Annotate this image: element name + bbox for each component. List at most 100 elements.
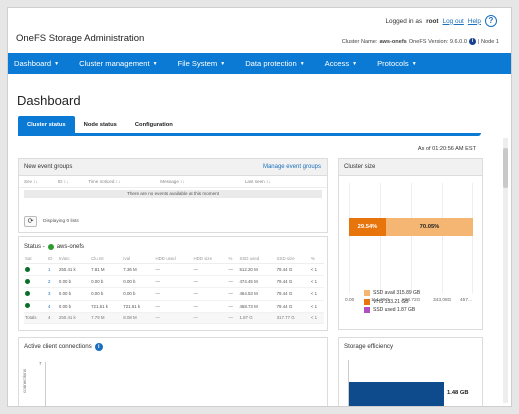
- chevron-down-icon: ▼: [411, 61, 417, 67]
- tab-node-status[interactable]: Node status: [75, 116, 126, 134]
- legend-item[interactable]: VHS 133.21 GB: [364, 298, 420, 305]
- chevron-down-icon: ▼: [299, 61, 305, 67]
- node-table: Sat ID In/atc Clu Ist Ival HDD used HDD …: [24, 254, 324, 324]
- username: root: [426, 17, 439, 25]
- app-title: OneFS Storage Administration: [16, 33, 145, 44]
- dashboard-tabs: Cluster status Node status Configuration: [18, 116, 182, 134]
- legend-label: SSD used 1.87 GB: [373, 307, 416, 313]
- col-sev[interactable]: Sev ↕↓: [24, 179, 38, 184]
- cell: —: [154, 263, 193, 277]
- table-row[interactable]: 1 250.41 k 7.81 M 7.36 M — — — 512.20 M …: [24, 263, 324, 277]
- cell: —: [192, 263, 228, 277]
- cell: —: [227, 300, 239, 313]
- help-link[interactable]: Help: [468, 18, 481, 25]
- cell: < 1: [309, 263, 324, 277]
- cell: 0.00 b: [90, 275, 123, 289]
- cell: < 1: [309, 311, 324, 324]
- table-row[interactable]: 4 0.00 b 721.51 k 721.51 k — — — 458.73 …: [24, 300, 324, 313]
- status-panel: Status - aws-onefs Sat ID In/atc Clu Ist…: [18, 236, 328, 331]
- cell: —: [227, 287, 239, 301]
- col-header: HDD used: [154, 254, 193, 264]
- nav-dashboard[interactable]: Dashboard ▼: [14, 59, 59, 68]
- events-footer: ⟳ Displaying 0 lists: [24, 216, 79, 227]
- x-tick-label: 457...: [460, 298, 473, 303]
- cell: 250.41 k: [57, 263, 91, 277]
- bar-segment-ssd-avail[interactable]: 70.05%: [386, 218, 473, 236]
- event-columns: Sev ↕↓ ID ↕↓ Time noticed ↕↓ Message ↕↓ …: [19, 176, 327, 188]
- panel-title: Active client connections: [24, 343, 92, 350]
- cell: —: [154, 287, 193, 301]
- gridline: [442, 183, 443, 293]
- node-id-link[interactable]: 4: [46, 300, 58, 313]
- nav-file-system[interactable]: File System ▼: [178, 59, 226, 68]
- node-ok-icon: [25, 303, 30, 309]
- tab-configuration[interactable]: Configuration: [126, 116, 182, 134]
- displaying-count: Displaying 0 lists: [43, 219, 79, 224]
- cell: 4: [46, 311, 58, 324]
- cluster-name: aws-onefs: [379, 38, 407, 45]
- node-id-link[interactable]: 1: [46, 263, 58, 277]
- cluster-name-label: Cluster Name:: [341, 38, 378, 45]
- header: Logged in as root Log out Help ? OneFS S…: [8, 8, 511, 56]
- cell: 79.44 G: [275, 287, 310, 301]
- help-icon[interactable]: ?: [485, 15, 497, 27]
- cluster-size-panel: Cluster size 29.54% 70.05% 0.00 114.36G …: [338, 158, 483, 330]
- efficiency-bar[interactable]: [349, 382, 444, 406]
- cell: 721.51 k: [90, 300, 123, 313]
- nav-access[interactable]: Access ▼: [325, 59, 357, 68]
- table-total-row: Totals 4 250.41 k 7.79 M 8.08 M — — — 1.…: [24, 311, 324, 324]
- logout-link[interactable]: Log out: [443, 18, 464, 25]
- col-last-seen[interactable]: Last seen ↕↓: [245, 179, 271, 184]
- cell: —: [227, 263, 239, 277]
- legend-item[interactable]: SSD used 1.87 GB: [364, 307, 420, 313]
- efficiency-value: 1.48 GB: [447, 390, 469, 396]
- onefs-version: OneFS Version: 9.6.0.0: [408, 38, 467, 45]
- gridline: [349, 183, 350, 293]
- empty-message: There are no events available at this mo…: [24, 190, 322, 198]
- bar-segment-vhs[interactable]: 29.54%: [349, 218, 386, 236]
- legend-swatch: [364, 290, 370, 296]
- status-cluster-name: aws-onefs: [56, 244, 85, 250]
- y-axis-label: connections: [22, 368, 27, 393]
- col-header: Clu Ist: [90, 254, 123, 264]
- cell: —: [192, 287, 228, 301]
- col-header: SSD size: [275, 254, 310, 264]
- table-row[interactable]: 2 0.00 b 0.00 b 0.00 b — — — 474.45 M 79…: [24, 275, 324, 289]
- cell: 721.51 k: [122, 300, 155, 313]
- cell: 1.87 G: [238, 311, 276, 324]
- cell: —: [192, 311, 228, 324]
- col-message[interactable]: Message ↕↓: [160, 179, 185, 184]
- col-header: %: [227, 254, 239, 264]
- main-nav: Dashboard ▼ Cluster management ▼ File Syst…: [8, 53, 511, 74]
- storage-efficiency-panel: Storage efficiency 1.48 GB: [338, 337, 483, 406]
- chevron-down-icon: ▼: [54, 61, 60, 67]
- scrollbar-thumb[interactable]: [503, 148, 508, 188]
- tab-cluster-status[interactable]: Cluster status: [18, 116, 75, 134]
- info-icon[interactable]: i: [94, 342, 103, 351]
- cell: 0.00 b: [57, 275, 91, 289]
- as-of-timestamp: As of 01:20:56 AM EST: [417, 146, 476, 152]
- cell: 79.44 G: [275, 263, 310, 277]
- nav-protocols[interactable]: Protocols ▼: [377, 59, 417, 68]
- table-row[interactable]: 3 0.00 b 0.00 b 0.00 b — — — 464.53 M 79…: [24, 287, 324, 301]
- manage-event-groups-link[interactable]: Manage event groups: [263, 159, 321, 176]
- legend-label: SSD avail 315.89 GB: [373, 290, 421, 296]
- legend-item[interactable]: SSD avail 315.89 GB: [364, 290, 420, 296]
- info-icon[interactable]: i: [468, 38, 476, 45]
- node-id-link[interactable]: 3: [46, 287, 58, 301]
- col-id[interactable]: ID ↕↓: [58, 179, 68, 184]
- nav-cluster-management[interactable]: Cluster management ▼: [79, 59, 157, 68]
- x-tick-label: 343.08G: [433, 298, 452, 303]
- cell: 79.44 G: [275, 275, 310, 289]
- nav-data-protection[interactable]: Data protection ▼: [245, 59, 304, 68]
- col-time[interactable]: Time noticed ↕↓: [88, 179, 120, 184]
- cell: < 1: [309, 287, 324, 301]
- cell: —: [154, 300, 193, 313]
- node-id-link[interactable]: 2: [46, 275, 58, 289]
- panel-title: Storage efficiency: [344, 343, 394, 350]
- cell: —: [192, 275, 228, 289]
- refresh-icon[interactable]: ⟳: [24, 216, 37, 227]
- col-header: In/atc: [57, 254, 91, 264]
- active-clients-panel: Active client connections i 7 connection…: [18, 337, 328, 406]
- cell: 474.45 M: [238, 275, 276, 289]
